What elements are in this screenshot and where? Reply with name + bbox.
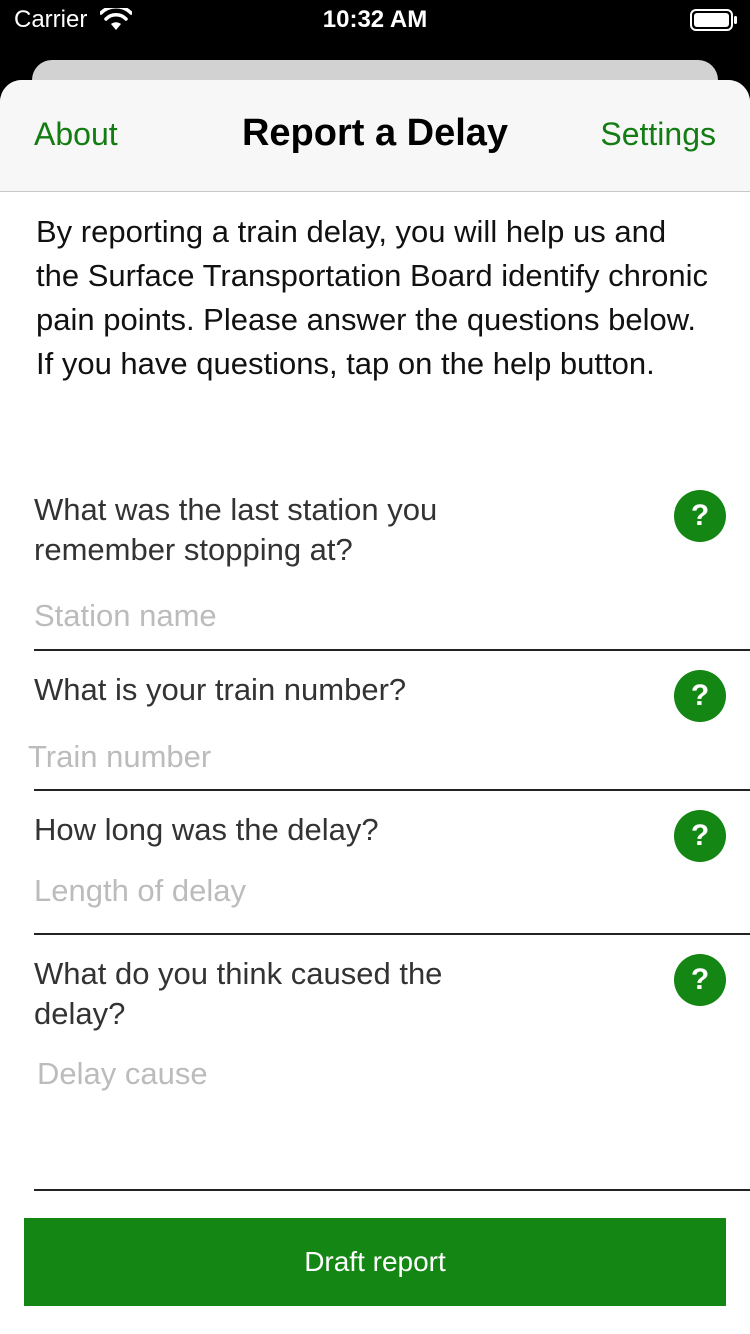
delay-length-input[interactable] (34, 871, 714, 911)
question-label-delay-cause: What do you think caused the delay? (34, 956, 443, 1031)
settings-button[interactable]: Settings (600, 116, 716, 153)
clock: 10:32 AM (322, 6, 428, 33)
divider (34, 649, 750, 651)
help-button-train-number[interactable]: ? (674, 670, 726, 722)
status-bar: Carrier 10:32 AM (0, 0, 750, 44)
help-button-delay-cause[interactable]: ? (674, 954, 726, 1006)
help-button-station[interactable]: ? (674, 490, 726, 542)
question-label-delay-length: How long was the delay? (34, 812, 379, 847)
divider (34, 933, 750, 935)
train-number-input[interactable] (28, 737, 708, 777)
station-name-input[interactable] (34, 596, 714, 636)
report-sheet: About Report a Delay Settings By reporti… (0, 80, 750, 1334)
draft-report-button[interactable]: Draft report (24, 1218, 726, 1306)
intro-text: By reporting a train delay, you will hel… (36, 214, 709, 381)
divider (34, 789, 750, 791)
question-label-train-number: What is your train number? (34, 672, 407, 707)
divider (34, 1189, 750, 1191)
help-button-delay-length[interactable]: ? (674, 810, 726, 862)
battery-icon (690, 9, 737, 31)
navigation-bar: About Report a Delay Settings (0, 80, 750, 192)
question-label-station: What was the last station you remember s… (34, 492, 438, 567)
delay-cause-input[interactable] (37, 1054, 717, 1174)
